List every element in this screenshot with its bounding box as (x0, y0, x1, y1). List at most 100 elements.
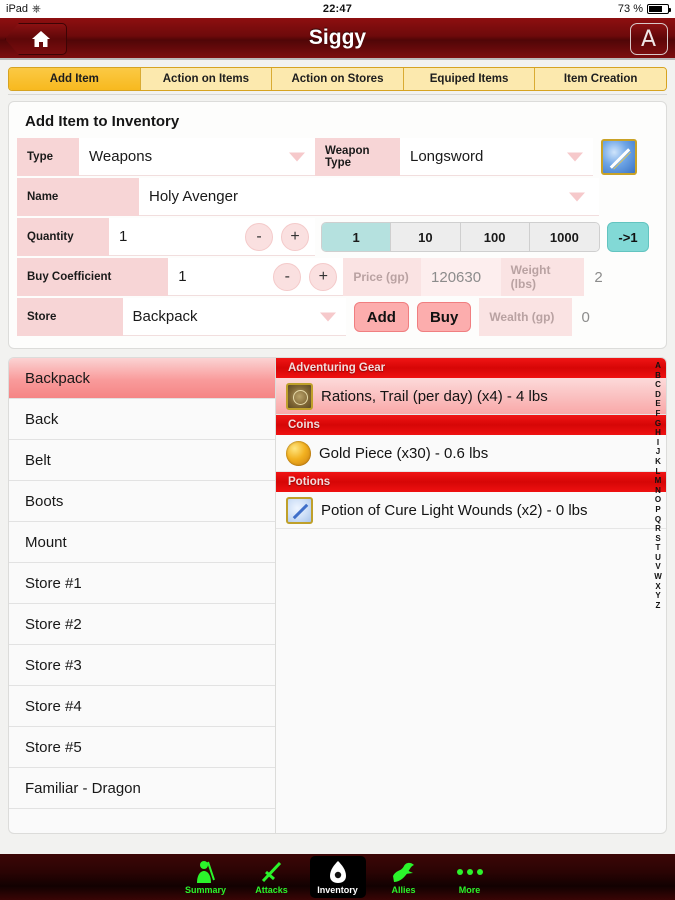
alphabet-index-letter[interactable]: C (655, 380, 661, 390)
tab-action-on-items[interactable]: Action on Items (140, 68, 273, 90)
item-list[interactable]: Adventuring Gear Rations, Trail (per day… (275, 357, 667, 834)
reset-quantity-button[interactable]: ->1 (607, 222, 649, 252)
buy-button[interactable]: Buy (416, 302, 472, 332)
chevron-down-icon (319, 312, 336, 321)
bottom-tab-label: Allies (391, 884, 416, 895)
alphabet-index-letter[interactable]: N (655, 486, 661, 496)
quantity-value: 1 (119, 228, 128, 245)
tabs-divider (8, 94, 667, 95)
store-item-store-3[interactable]: Store #3 (9, 645, 275, 686)
store-item-store-4[interactable]: Store #4 (9, 686, 275, 727)
quantity-step-10[interactable]: 10 (391, 223, 461, 251)
section-header-coins: Coins (276, 415, 666, 435)
quantity-step-1000[interactable]: 1000 (529, 223, 599, 251)
section-tabs[interactable]: Add Item Action on Items Action on Store… (8, 67, 667, 91)
chevron-down-icon (567, 152, 583, 161)
alphabet-index-letter[interactable]: A (655, 361, 661, 371)
chevron-down-icon (569, 192, 585, 201)
alphabet-index-letter[interactable]: O (655, 495, 661, 505)
alphabet-index-letter[interactable]: Y (655, 591, 660, 601)
tab-equiped-items[interactable]: Equiped Items (403, 68, 536, 90)
list-item[interactable]: Gold Piece (x30) - 0.6 lbs (276, 435, 666, 472)
alphabet-index-letter[interactable]: J (656, 447, 660, 457)
quantity-input[interactable]: 1 - + (109, 218, 315, 256)
bag-icon (327, 860, 349, 884)
store-item-store-2[interactable]: Store #2 (9, 604, 275, 645)
bottom-tab-more[interactable]: More (442, 856, 498, 898)
ellipsis-icon (456, 860, 483, 884)
alphabet-index-letter[interactable]: Q (655, 515, 661, 525)
inventory-panels: Backpack Back Belt Boots Mount Store #1 … (8, 357, 667, 834)
bottom-tab-summary[interactable]: Summary (178, 856, 234, 898)
alphabet-index-letter[interactable]: R (655, 524, 661, 534)
alphabet-index-letter[interactable]: B (655, 371, 661, 381)
weapon-type-select[interactable]: Longsword (400, 138, 593, 176)
quantity-increment-button[interactable]: + (281, 222, 309, 251)
tab-item-creation[interactable]: Item Creation (535, 68, 666, 90)
alphabet-index-letter[interactable]: U (655, 553, 661, 563)
buy-coefficient-value: 1 (178, 268, 187, 285)
alphabet-index-letter[interactable]: M (655, 476, 662, 486)
alphabet-index[interactable]: ABCDEFGHIJKLMNOPQRSTUVWXYZ (652, 361, 664, 610)
tab-action-on-stores[interactable]: Action on Stores (272, 68, 404, 90)
alphabet-index-letter[interactable]: D (655, 390, 661, 400)
status-bar: iPad ⎈ 22:47 73 % (0, 0, 675, 18)
bottom-tab-allies[interactable]: Allies (376, 856, 432, 898)
store-select[interactable]: Backpack (122, 298, 346, 336)
alphabet-index-letter[interactable]: K (655, 457, 661, 467)
name-select[interactable]: Holy Avenger (139, 178, 599, 216)
store-item-back[interactable]: Back (9, 399, 275, 440)
coefficient-increment-button[interactable]: + (309, 262, 338, 291)
alphabet-index-letter[interactable]: T (656, 543, 661, 553)
store-item-boots[interactable]: Boots (9, 481, 275, 522)
home-icon (32, 31, 50, 47)
battery-percent: 73 % (617, 3, 643, 15)
coefficient-decrement-button[interactable]: - (273, 262, 302, 291)
buy-coefficient-label: Buy Coefficient (17, 258, 169, 296)
quantity-step-100[interactable]: 100 (460, 223, 530, 251)
list-item-label: Gold Piece (x30) - 0.6 lbs (319, 444, 489, 462)
alphabet-index-letter[interactable]: W (654, 572, 662, 582)
row-name: Name Holy Avenger (17, 178, 658, 216)
store-item-mount[interactable]: Mount (9, 522, 275, 563)
quantity-decrement-button[interactable]: - (245, 222, 273, 251)
quantity-step-1[interactable]: 1 (322, 223, 392, 251)
bottom-tab-inventory[interactable]: Inventory (309, 856, 366, 898)
alphabet-index-letter[interactable]: Z (656, 601, 661, 611)
alphabet-index-letter[interactable]: V (655, 562, 660, 572)
alphabet-index-letter[interactable]: G (655, 419, 661, 429)
store-item-belt[interactable]: Belt (9, 440, 275, 481)
row-store: Store Backpack Add Buy Wealth (gp) 0 (17, 298, 658, 336)
alphabet-index-letter[interactable]: S (655, 534, 660, 544)
alphabet-index-letter[interactable]: E (655, 399, 660, 409)
store-value: Backpack (132, 308, 198, 325)
store-item-familiar-dragon[interactable]: Familiar - Dragon (9, 768, 275, 809)
character-icon (193, 860, 219, 884)
alphabet-index-letter[interactable]: P (655, 505, 660, 515)
store-item-store-1[interactable]: Store #1 (9, 563, 275, 604)
sword-item-icon[interactable] (601, 139, 637, 175)
alphabet-index-letter[interactable]: X (655, 582, 660, 592)
list-item[interactable]: Rations, Trail (per day) (x4) - 4 lbs (276, 378, 666, 415)
row-type: Type Weapons Weapon Type Longsword (17, 138, 658, 176)
store-item-backpack[interactable]: Backpack (9, 358, 275, 399)
alphabet-index-letter[interactable]: I (657, 438, 659, 448)
row-buy-coefficient: Buy Coefficient 1 - + Price (gp) 120630 … (17, 258, 658, 296)
store-list[interactable]: Backpack Back Belt Boots Mount Store #1 … (8, 357, 275, 834)
nav-bar: Siggy A (0, 18, 675, 60)
bottom-tab-label: Summary (184, 884, 227, 895)
alphabet-index-letter[interactable]: F (656, 409, 661, 419)
add-button[interactable]: Add (353, 302, 409, 332)
quantity-step-segmented[interactable]: 1 10 100 1000 (321, 222, 600, 252)
alphabet-index-letter[interactable]: L (656, 467, 661, 477)
type-value: Weapons (89, 148, 153, 165)
list-item[interactable]: Potion of Cure Light Wounds (x2) - 0 lbs (276, 492, 666, 529)
home-button[interactable] (5, 23, 67, 55)
buy-coefficient-input[interactable]: 1 - + (168, 258, 344, 296)
tab-add-item[interactable]: Add Item (9, 68, 141, 90)
font-size-button[interactable]: A (630, 23, 668, 55)
type-select[interactable]: Weapons (79, 138, 315, 176)
store-item-store-5[interactable]: Store #5 (9, 727, 275, 768)
alphabet-index-letter[interactable]: H (655, 428, 661, 438)
bottom-tab-attacks[interactable]: Attacks (244, 856, 300, 898)
